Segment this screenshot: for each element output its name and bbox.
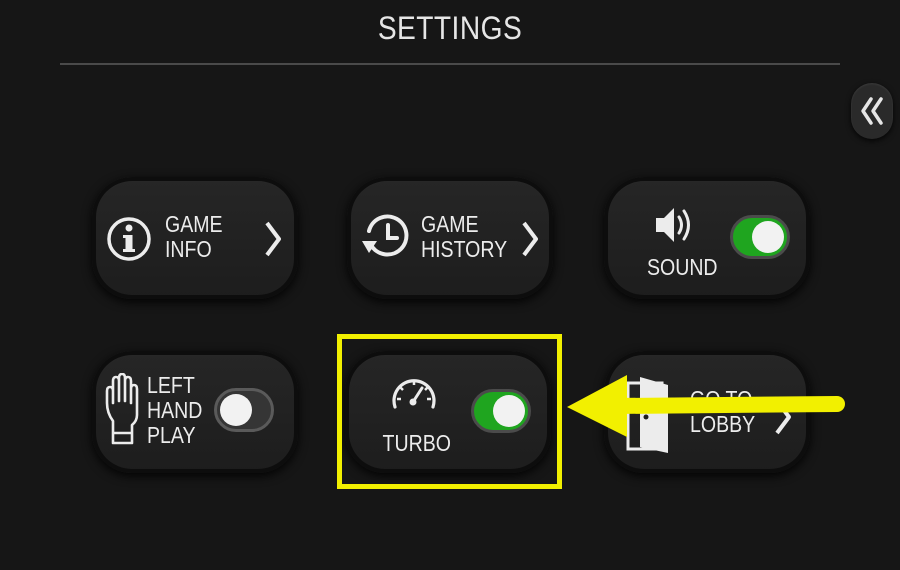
double-chevron-left-icon bbox=[861, 97, 883, 125]
history-clock-icon bbox=[362, 214, 409, 257]
left-hand-play-setting: LEFT HAND PLAY bbox=[92, 351, 298, 473]
sound-label: SOUND bbox=[646, 254, 718, 280]
game-history-label: GAME HISTORY bbox=[421, 211, 508, 262]
left-hand-play-label: LEFT HAND PLAY bbox=[147, 372, 203, 448]
chevron-right-icon bbox=[522, 221, 538, 257]
toggle-knob bbox=[752, 221, 784, 253]
left-hand-play-toggle[interactable] bbox=[214, 388, 274, 432]
header-divider bbox=[60, 63, 840, 65]
hand-icon bbox=[105, 373, 139, 445]
chevron-right-icon bbox=[265, 221, 281, 257]
game-history-button[interactable]: GAME HISTORY bbox=[347, 177, 553, 299]
collapse-panel-button[interactable] bbox=[851, 83, 893, 139]
game-info-label: GAME INFO bbox=[165, 211, 223, 262]
sound-toggle[interactable] bbox=[730, 215, 790, 259]
toggle-knob bbox=[220, 394, 252, 426]
speaker-icon bbox=[656, 208, 690, 242]
game-info-button[interactable]: GAME INFO bbox=[92, 177, 298, 299]
turbo-highlight-box bbox=[337, 334, 562, 489]
sound-setting: SOUND bbox=[604, 177, 810, 299]
annotation-arrow bbox=[567, 375, 845, 437]
page-title: SETTINGS bbox=[377, 10, 523, 46]
info-icon bbox=[107, 217, 151, 261]
